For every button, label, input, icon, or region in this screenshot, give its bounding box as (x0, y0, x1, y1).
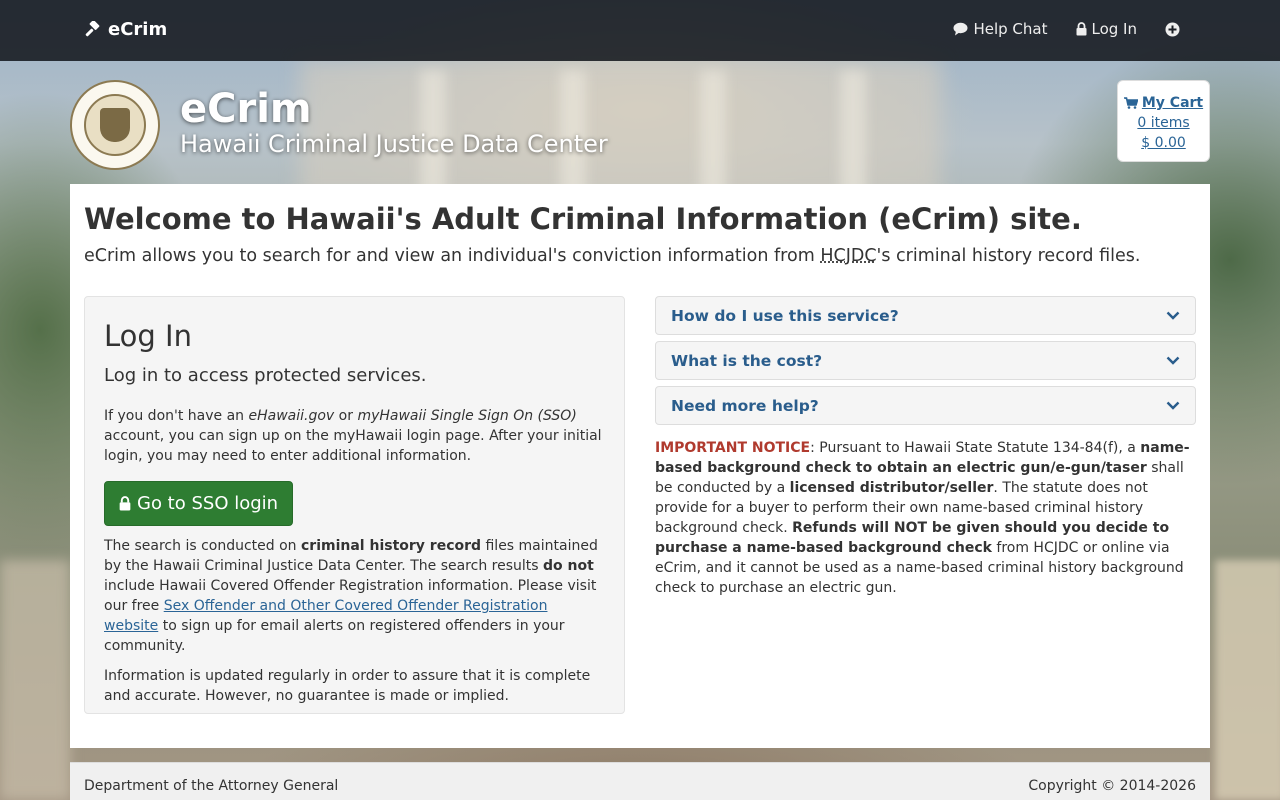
page-lead: eCrim allows you to search for and view … (84, 246, 1140, 266)
chevron-down-icon (1166, 311, 1180, 320)
accordion-label: How do I use this service? (671, 306, 899, 325)
accordion-more-help[interactable]: Need more help? (655, 386, 1196, 425)
site-title: eCrim (180, 86, 312, 132)
comment-icon (953, 22, 968, 36)
brand-label: eCrim (108, 19, 168, 40)
text: The search is conducted on (104, 538, 301, 554)
seal-shield (100, 108, 130, 142)
navbar-brand[interactable]: eCrim (84, 19, 167, 40)
bold-text: do not (543, 558, 594, 574)
gavel-icon (84, 20, 102, 39)
chevron-down-icon (1166, 401, 1180, 410)
my-cart-link[interactable]: My Cart (1118, 93, 1209, 113)
help-chat-link[interactable]: Help Chat (953, 20, 1048, 38)
accordion-label: Need more help? (671, 396, 819, 415)
notice-label: IMPORTANT NOTICE (655, 440, 811, 456)
faq-accordion: How do I use this service? What is the c… (655, 296, 1196, 431)
lead-text-2: 's criminal history record files. (876, 246, 1141, 266)
background-building-left (0, 560, 70, 800)
text: or (334, 408, 358, 424)
top-navbar: eCrim Help Chat Log In (0, 0, 1280, 61)
bold-text: licensed distributor/seller (789, 480, 994, 496)
main-panel: Welcome to Hawaii's Adult Criminal Infor… (70, 184, 1210, 748)
background-building-right (1215, 560, 1280, 800)
footer-copyright: Copyright © 2014-2026 (1028, 778, 1196, 794)
lead-text-1: eCrim allows you to search for and view … (84, 246, 821, 266)
cart-items-link[interactable]: 0 items (1118, 113, 1209, 133)
search-info-paragraph: The search is conducted on criminal hist… (104, 536, 605, 656)
page-footer: Department of the Attorney General Copyr… (70, 762, 1210, 800)
text: to sign up for email alerts on registere… (104, 618, 565, 654)
lock-icon (1076, 22, 1087, 36)
seal-ring (84, 94, 146, 156)
important-notice: IMPORTANT NOTICE: Pursuant to Hawaii Sta… (655, 438, 1200, 598)
background-column (700, 70, 726, 200)
update-info-paragraph: Information is updated regularly in orde… (104, 668, 591, 704)
login-label: Log In (1091, 20, 1138, 38)
cart-icon (1123, 97, 1138, 109)
login-card: Log In Log in to access protected servic… (84, 296, 625, 714)
footer-department: Department of the Attorney General (84, 778, 339, 794)
cart-total-link[interactable]: $ 0.00 (1118, 133, 1209, 153)
hcjdc-abbr: HCJDC (820, 246, 877, 266)
navbar-right: Help Chat Log In (953, 20, 1180, 38)
more-menu-button[interactable] (1165, 22, 1180, 37)
accordion-how-to-use[interactable]: How do I use this service? (655, 296, 1196, 335)
sso-login-label: Go to SSO login (137, 493, 279, 514)
bold-text: criminal history record (301, 538, 482, 554)
background-column (840, 70, 866, 200)
page-title: Welcome to Hawaii's Adult Criminal Infor… (84, 202, 1082, 236)
site-subtitle: Hawaii Criminal Justice Data Center (180, 130, 608, 158)
my-cart-label: My Cart (1141, 95, 1204, 111)
text: If you don't have an (104, 408, 249, 424)
ehawaii-text: eHawaii.gov (248, 408, 335, 424)
plus-circle-icon (1165, 22, 1180, 37)
sso-login-button[interactable]: Go to SSO login (104, 481, 294, 526)
myhawaii-sso-text: myHawaii Single Sign On (SSO) (357, 408, 577, 424)
login-title: Log In (104, 319, 192, 353)
accordion-cost[interactable]: What is the cost? (655, 341, 1196, 380)
login-subtitle: Log in to access protected services. (104, 365, 427, 386)
lock-icon (119, 496, 131, 511)
help-chat-label: Help Chat (973, 20, 1048, 38)
state-seal-logo (70, 80, 160, 170)
chevron-down-icon (1166, 356, 1180, 365)
cart-widget: My Cart 0 items $ 0.00 (1117, 80, 1210, 162)
login-link[interactable]: Log In (1076, 20, 1138, 38)
accordion-label: What is the cost? (671, 351, 823, 370)
login-info-paragraph: If you don't have an eHawaii.gov or myHa… (104, 406, 605, 466)
text: : Pursuant to Hawaii State Statute 134-8… (810, 440, 1141, 456)
text: account, you can sign up on the myHawaii… (104, 428, 602, 464)
